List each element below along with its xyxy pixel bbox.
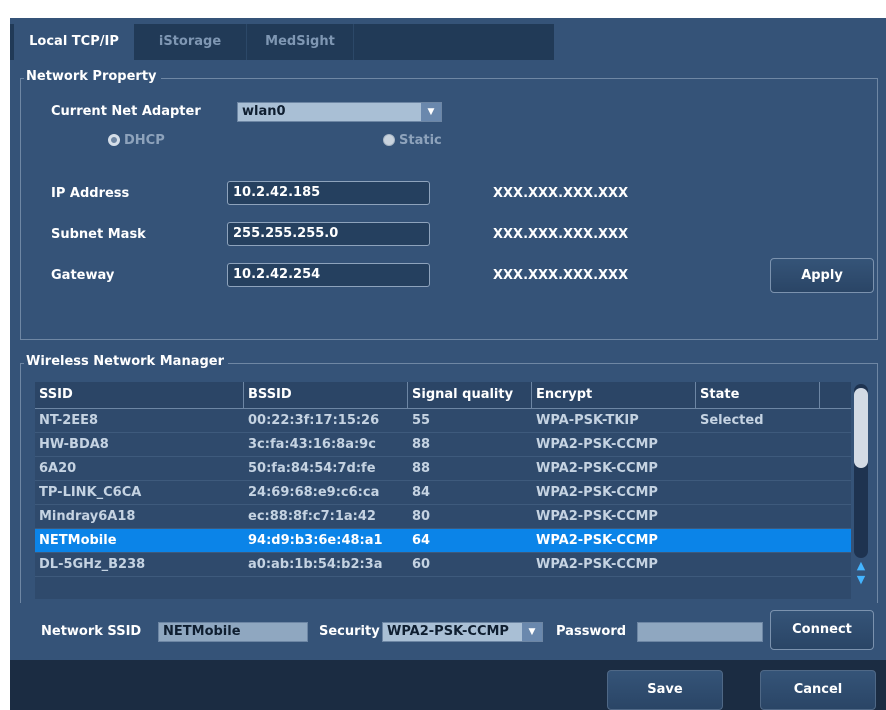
tab-medsight[interactable]: MedSight xyxy=(247,24,354,60)
arrow-up-icon[interactable]: ▲ xyxy=(854,560,868,572)
static-radio[interactable]: Static xyxy=(383,133,442,148)
tab-istorage[interactable]: iStorage xyxy=(134,24,247,60)
subnet-format-hint: XXX.XXX.XXX.XXX xyxy=(493,227,629,242)
security-select[interactable]: WPA2-PSK-CCMP ▼ xyxy=(382,622,543,642)
adapter-select[interactable]: wlan0 ▼ xyxy=(237,102,442,122)
dhcp-radio[interactable]: DHCP xyxy=(108,133,165,148)
column-header-signal[interactable]: Signal quality xyxy=(408,382,532,408)
password-label: Password xyxy=(556,624,627,639)
subnet-mask-label: Subnet Mask xyxy=(51,227,146,242)
wireless-network-table: SSID BSSID Signal quality Encrypt State … xyxy=(35,382,851,599)
save-button[interactable]: Save xyxy=(607,670,723,710)
gateway-label: Gateway xyxy=(51,268,115,283)
chevron-down-icon: ▼ xyxy=(522,623,542,641)
network-settings-dialog: Local TCP/IP iStorage MedSight Network P… xyxy=(10,18,886,710)
column-header-bssid[interactable]: BSSID xyxy=(244,382,408,408)
table-header: SSID BSSID Signal quality Encrypt State xyxy=(35,382,851,409)
table-scrollbar[interactable]: ▲ ▼ xyxy=(851,382,873,599)
cancel-button[interactable]: Cancel xyxy=(760,670,876,710)
table-row[interactable]: 6A20 50:fa:84:54:7d:fe 88 WPA2-PSK-CCMP xyxy=(35,457,851,481)
network-ssid-input[interactable]: NETMobile xyxy=(158,622,308,642)
table-row[interactable]: NT-2EE8 00:22:3f:17:15:26 55 WPA-PSK-TKI… xyxy=(35,409,851,433)
column-header-encrypt[interactable]: Encrypt xyxy=(532,382,696,408)
table-row[interactable]: Mindray6A18 ec:88:8f:c7:1a:42 80 WPA2-PS… xyxy=(35,505,851,529)
apply-button[interactable]: Apply xyxy=(770,258,874,293)
scrollbar-thumb[interactable] xyxy=(854,388,868,468)
gateway-format-hint: XXX.XXX.XXX.XXX xyxy=(493,268,629,283)
tab-bar: Local TCP/IP iStorage MedSight xyxy=(10,18,886,60)
password-input[interactable] xyxy=(637,622,763,642)
radio-unchecked-icon xyxy=(383,134,395,146)
table-row-selected[interactable]: NETMobile 94:d9:b3:6e:48:a1 64 WPA2-PSK-… xyxy=(35,529,851,553)
chevron-down-icon: ▼ xyxy=(421,103,441,121)
dialog-footer xyxy=(10,660,886,710)
connect-button[interactable]: Connect xyxy=(770,610,874,650)
security-label: Security xyxy=(319,624,380,639)
wireless-manager-title: Wireless Network Manager xyxy=(24,354,229,369)
column-header-state[interactable]: State xyxy=(696,382,820,408)
ip-format-hint: XXX.XXX.XXX.XXX xyxy=(493,186,629,201)
arrow-down-icon[interactable]: ▼ xyxy=(854,574,868,586)
ip-address-label: IP Address xyxy=(51,186,130,201)
adapter-label: Current Net Adapter xyxy=(51,104,201,119)
tab-local-tcpip[interactable]: Local TCP/IP xyxy=(14,24,134,60)
table-row[interactable]: HW-BDA8 3c:fa:43:16:8a:9c 88 WPA2-PSK-CC… xyxy=(35,433,851,457)
network-ssid-label: Network SSID xyxy=(41,624,142,639)
network-property-title: Network Property xyxy=(24,69,161,84)
subnet-mask-input[interactable]: 255.255.255.0 xyxy=(227,222,430,246)
gateway-input[interactable]: 10.2.42.254 xyxy=(227,263,430,287)
column-header-ssid[interactable]: SSID xyxy=(35,382,244,408)
radio-checked-icon xyxy=(108,134,120,146)
ip-address-input[interactable]: 10.2.42.185 xyxy=(227,181,430,205)
table-row[interactable]: TP-LINK_C6CA 24:69:68:e9:c6:ca 84 WPA2-P… xyxy=(35,481,851,505)
table-row[interactable]: DL-5GHz_B238 a0:ab:1b:54:b2:3a 60 WPA2-P… xyxy=(35,553,851,577)
